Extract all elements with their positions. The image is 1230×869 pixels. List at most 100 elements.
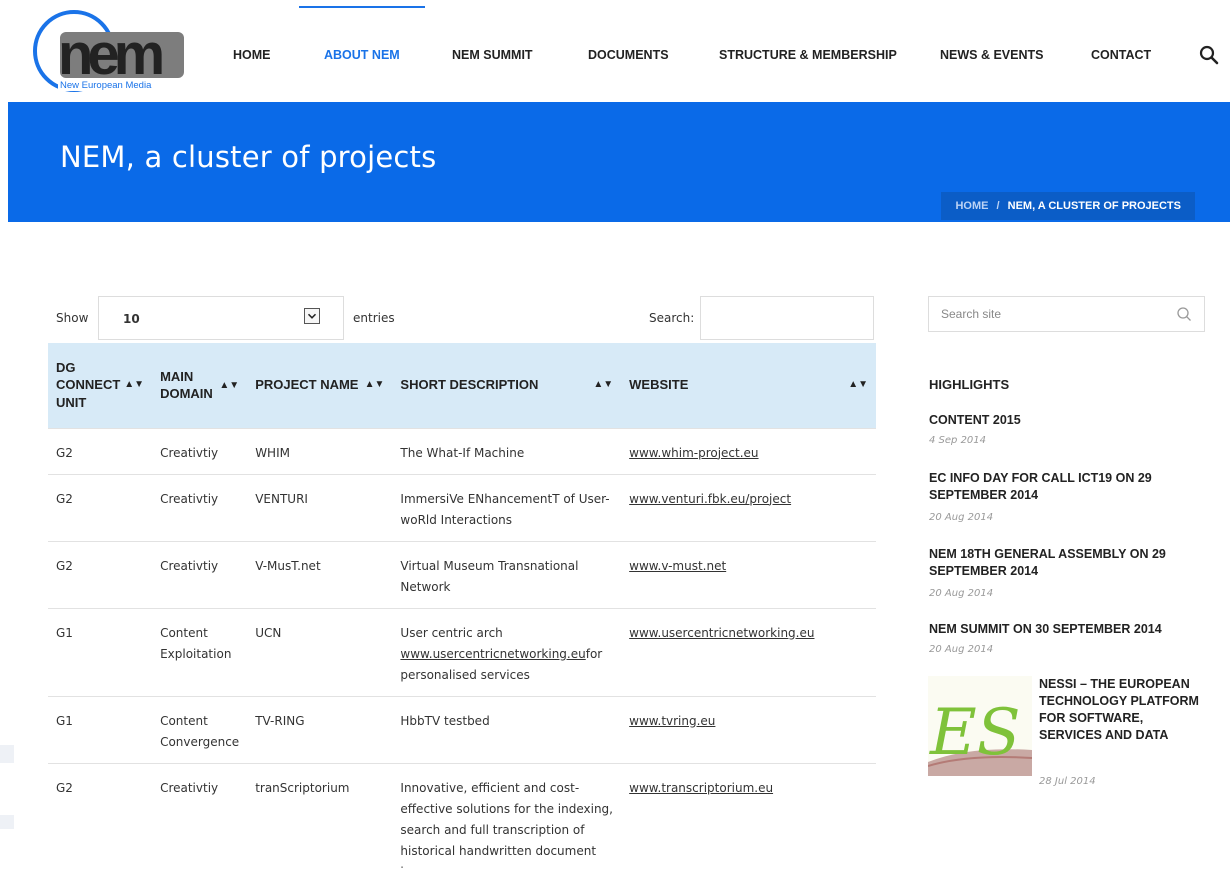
cell-project-name: V-MusT.net — [247, 540, 393, 608]
cell-project-name: VENTURI — [247, 473, 393, 541]
sort-icon[interactable]: ▲▼ — [124, 378, 144, 392]
header-dg-connect-unit[interactable]: DG CONNECT UNIT ▲▼ — [48, 343, 152, 428]
cell-domain: Creativtiy — [152, 473, 248, 541]
entries-length-value: 10 — [123, 312, 140, 326]
sort-icon[interactable]: ▲▼ — [848, 378, 868, 392]
cell-unit: G2 — [48, 427, 153, 474]
table-header-row: DG CONNECT UNIT ▲▼ MAIN DOMAIN ▲▼ PROJECT … — [48, 343, 876, 428]
highlight-title[interactable]: NESSI – THE EUROPEAN TECHNOLOGY PLATFORM… — [1039, 676, 1204, 744]
description-text: ImmersiVe ENhancementT of User-woRld Int… — [400, 491, 610, 527]
cell-website: www.transcriptorium.eu — [621, 762, 876, 869]
table-row: G2 Creativtiy V-MusT.net Virtual Museum Tra… — [48, 540, 876, 608]
table-search-input[interactable] — [700, 296, 874, 340]
cell-website: www.tvring.eu — [621, 695, 876, 763]
description-link[interactable]: www.usercentricnetworking.eu — [400, 647, 585, 661]
table-row: G2 Creativtiy tranScriptorium Innovative, e… — [48, 762, 876, 869]
highlight-title[interactable]: CONTENT 2015 — [929, 412, 1199, 429]
table-row: G1 Content Exploitation UCN User centric ar… — [48, 607, 876, 696]
highlight-title[interactable]: NEM SUMMIT ON 30 SEPTEMBER 2014 — [929, 621, 1199, 638]
breadcrumb-current: NEM, A CLUSTER OF PROJECTS — [1007, 200, 1181, 212]
cell-domain: Creativtiy — [152, 762, 248, 869]
nav-nem-summit[interactable]: NEM SUMMIT — [452, 48, 533, 62]
nav-home[interactable]: HOME — [233, 48, 271, 62]
cell-unit: G2 — [48, 473, 153, 541]
cell-project-name: UCN — [247, 607, 393, 696]
cell-project-name: tranScriptorium — [247, 762, 393, 869]
cell-description: The What-If Machine — [392, 427, 622, 474]
cell-domain: Content Convergence — [152, 695, 248, 763]
table-row: G1 Content Convergence TV-RING HbbTV testbe… — [48, 695, 876, 763]
nav-structure-membership[interactable]: STRUCTURE & MEMBERSHIP — [719, 48, 897, 62]
nav-contact[interactable]: CONTACT — [1091, 48, 1151, 62]
cell-unit: G2 — [48, 762, 153, 869]
cell-unit: G1 — [48, 695, 153, 763]
highlight-date: 20 Aug 2014 — [929, 512, 994, 523]
description-text: User centric arch — [400, 625, 503, 640]
breadcrumb: HOME / NEM, A CLUSTER OF PROJECTS — [941, 192, 1195, 220]
cell-domain: Content Exploitation — [152, 607, 248, 696]
nem-logo[interactable]: nem New European Media — [32, 8, 192, 94]
sort-icon[interactable]: ▲▼ — [219, 379, 239, 393]
table-row: G2 Creativtiy WHIM The What-If Machine www.w… — [48, 427, 876, 474]
highlight-date: 28 Jul 2014 — [1039, 776, 1096, 787]
highlights-heading: HIGHLIGHTS — [929, 377, 1010, 392]
page-banner: NEM, a cluster of projects HOME / NEM, A… — [8, 102, 1230, 222]
cell-unit: G1 — [48, 607, 153, 696]
header-website[interactable]: WEBSITE ▲▼ — [621, 343, 876, 428]
description-text: HbbTV testbed — [400, 713, 490, 728]
website-link[interactable]: www.tvring.eu — [629, 714, 715, 728]
thumbnail-text: ES — [929, 696, 1021, 770]
entries-label: entries — [353, 311, 395, 325]
cell-description: Innovative, efficient and cost-effective… — [392, 762, 622, 869]
highlight-thumbnail[interactable]: ES — [928, 676, 1032, 776]
cell-description: HbbTV testbed — [392, 695, 622, 763]
cell-website: www.v-must.net — [621, 540, 876, 608]
nav-news-events[interactable]: NEWS & EVENTS — [940, 48, 1044, 62]
decorative-strip — [0, 745, 14, 763]
description-text: Virtual Museum Transnational Network — [400, 558, 579, 594]
search-icon[interactable] — [1176, 306, 1192, 322]
projects-table: DG CONNECT UNIT ▲▼ MAIN DOMAIN ▲▼ PROJECT … — [48, 343, 876, 869]
sort-icon[interactable]: ▲▼ — [593, 378, 613, 392]
cell-website: www.whim-project.eu — [621, 427, 876, 474]
nav-about-nem[interactable]: ABOUT NEM — [324, 48, 400, 62]
website-link[interactable]: www.v-must.net — [629, 559, 726, 573]
sort-icon[interactable]: ▲▼ — [365, 378, 385, 392]
nav-active-indicator — [299, 6, 425, 8]
highlight-title[interactable]: EC INFO DAY FOR CALL ICT19 ON 29 SEPTEMB… — [929, 470, 1199, 504]
highlight-date: 20 Aug 2014 — [929, 588, 994, 599]
table-search-label: Search: — [649, 311, 695, 325]
nav-documents[interactable]: DOCUMENTS — [588, 48, 669, 62]
site-search-placeholder: Search site — [941, 307, 1002, 321]
website-link[interactable]: www.venturi.fbk.eu/project — [629, 492, 791, 506]
search-icon[interactable] — [1198, 44, 1220, 66]
cell-domain: Creativtiy — [152, 427, 248, 474]
header-project-name[interactable]: PROJECT NAME ▲▼ — [247, 343, 392, 428]
highlight-title[interactable]: NEM 18TH GENERAL ASSEMBLY ON 29 SEPTEMBE… — [929, 546, 1199, 580]
chevron-down-icon[interactable] — [304, 308, 320, 324]
site-header: nem New European Media HOME ABOUT NEM NE… — [0, 0, 1230, 102]
website-link[interactable]: www.whim-project.eu — [629, 446, 758, 460]
header-main-domain[interactable]: MAIN DOMAIN ▲▼ — [152, 343, 247, 428]
cell-description: Virtual Museum Transnational Network — [392, 540, 622, 608]
cell-description: User centric arch www.usercentricnetwork… — [392, 607, 622, 696]
website-link[interactable]: www.transcriptorium.eu — [629, 781, 773, 795]
cell-website: www.venturi.fbk.eu/project — [621, 473, 876, 541]
description-text: The What-If Machine — [400, 445, 525, 460]
highlight-date: 4 Sep 2014 — [929, 435, 987, 446]
cell-project-name: TV-RING — [247, 695, 393, 763]
table-row: G2 Creativtiy VENTURI ImmersiVe ENhancement… — [48, 473, 876, 541]
site-search-input[interactable]: Search site — [928, 296, 1205, 332]
logo-text: New European Media — [60, 80, 152, 91]
breadcrumb-home[interactable]: HOME — [955, 200, 988, 212]
logo-mark: nem — [58, 22, 162, 87]
cell-description: ImmersiVe ENhancementT of User-woRld Int… — [392, 473, 622, 541]
highlight-date: 20 Aug 2014 — [929, 644, 994, 655]
breadcrumb-separator: / — [996, 200, 1000, 212]
cell-project-name: WHIM — [247, 427, 393, 474]
decorative-strip — [0, 815, 14, 829]
cell-domain: Creativtiy — [152, 540, 248, 608]
header-short-description[interactable]: SHORT DESCRIPTION ▲▼ — [392, 343, 621, 428]
description-text: Innovative, efficient and cost-effective… — [400, 780, 613, 869]
website-link[interactable]: www.usercentricnetworking.eu — [629, 626, 814, 640]
